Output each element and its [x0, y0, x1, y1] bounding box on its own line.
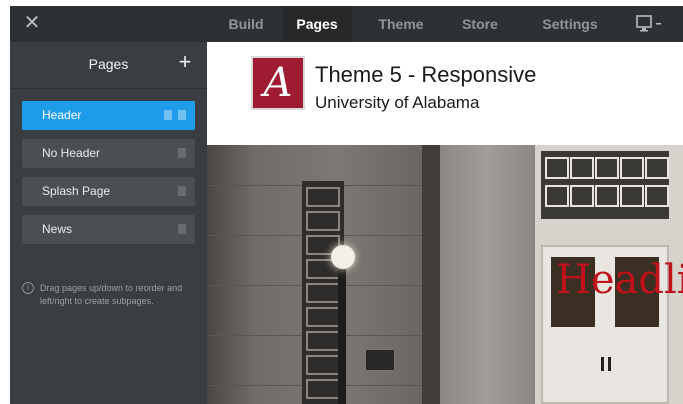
- tab-store[interactable]: Store: [450, 6, 510, 42]
- tab-build[interactable]: Build: [215, 6, 277, 42]
- sidebar-divider: [10, 88, 207, 89]
- page-preview[interactable]: A Theme 5 - Responsive University of Ala…: [207, 42, 683, 404]
- wall-plaque: [365, 349, 395, 371]
- tab-theme[interactable]: Theme: [366, 6, 436, 42]
- pages-sidebar: Pages + Header No Header Splash Page New…: [10, 42, 207, 404]
- home-icon: [164, 110, 172, 120]
- lamp-globe: [331, 245, 355, 269]
- transom-window: [541, 151, 669, 219]
- page-item-no-header[interactable]: No Header: [22, 139, 195, 168]
- page-item-label: Splash Page: [42, 184, 111, 198]
- page-item-splash-page[interactable]: Splash Page: [22, 177, 195, 206]
- page-icon: [178, 186, 186, 196]
- app-window: ✕ Build Pages Theme Store Settings Pages…: [10, 6, 683, 404]
- page-item-news[interactable]: News: [22, 215, 195, 244]
- info-icon: i: [22, 282, 34, 294]
- page-icon: [178, 110, 186, 120]
- pillar-shadow: [422, 145, 440, 404]
- stone-pillar: [440, 145, 535, 404]
- hint-text: Drag pages up/down to reorder and left/r…: [40, 283, 183, 306]
- tab-settings[interactable]: Settings: [530, 6, 610, 42]
- site-title: Theme 5 - Responsive: [315, 62, 537, 87]
- tab-pages[interactable]: Pages: [282, 6, 352, 42]
- add-page-button[interactable]: +: [176, 50, 194, 74]
- page-item-label: Header: [42, 108, 82, 122]
- monitor-dropdown-icon[interactable]: [636, 15, 666, 33]
- page-item-label: News: [42, 222, 73, 236]
- university-logo: A: [251, 56, 305, 110]
- hero-image: Headli: [207, 145, 683, 404]
- page-icon: [178, 148, 186, 158]
- page-item-label: No Header: [42, 146, 101, 160]
- logo-letter: A: [263, 60, 293, 106]
- hero-headline: Headli: [556, 257, 683, 303]
- top-navigation-bar: ✕ Build Pages Theme Store Settings: [10, 6, 683, 42]
- site-subtitle: University of Alabama: [315, 93, 480, 112]
- blog-icon: [178, 224, 186, 234]
- site-header: A Theme 5 - Responsive University of Ala…: [207, 42, 683, 145]
- page-item-header[interactable]: Header: [22, 101, 195, 130]
- lamp-post: [338, 263, 346, 404]
- close-icon[interactable]: ✕: [23, 13, 41, 33]
